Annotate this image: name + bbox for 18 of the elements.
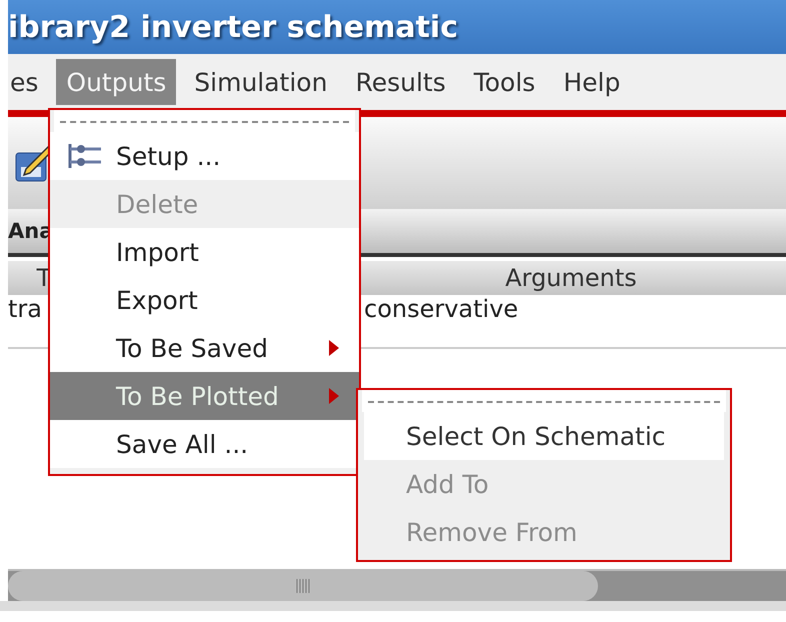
scrollbar[interactable] — [8, 569, 786, 601]
menu-item[interactable]: Results — [345, 59, 456, 105]
menu-item[interactable]: Import — [50, 228, 359, 276]
menu-item[interactable]: Save All ... — [50, 420, 359, 468]
menu-item[interactable]: Select On Schematic — [364, 412, 724, 460]
menu-item[interactable]: Help — [553, 59, 630, 105]
grip-icon — [296, 579, 310, 593]
table-cell: tra — [8, 295, 42, 323]
menu-item[interactable]: To Be Plotted — [50, 372, 359, 420]
menu-item[interactable]: To Be Saved — [50, 324, 359, 372]
menu-item[interactable]: Simulation — [184, 59, 338, 105]
menu-item[interactable]: Setup ... — [50, 132, 359, 180]
table-cell: conservative — [364, 295, 518, 323]
menu-item[interactable]: es — [8, 59, 48, 105]
menu-item[interactable]: Tools — [464, 59, 546, 105]
menu-item[interactable]: Export — [50, 276, 359, 324]
scrollbar-thumb[interactable] — [8, 571, 598, 601]
window-title: ibrary2 inverter schematic — [8, 10, 458, 44]
